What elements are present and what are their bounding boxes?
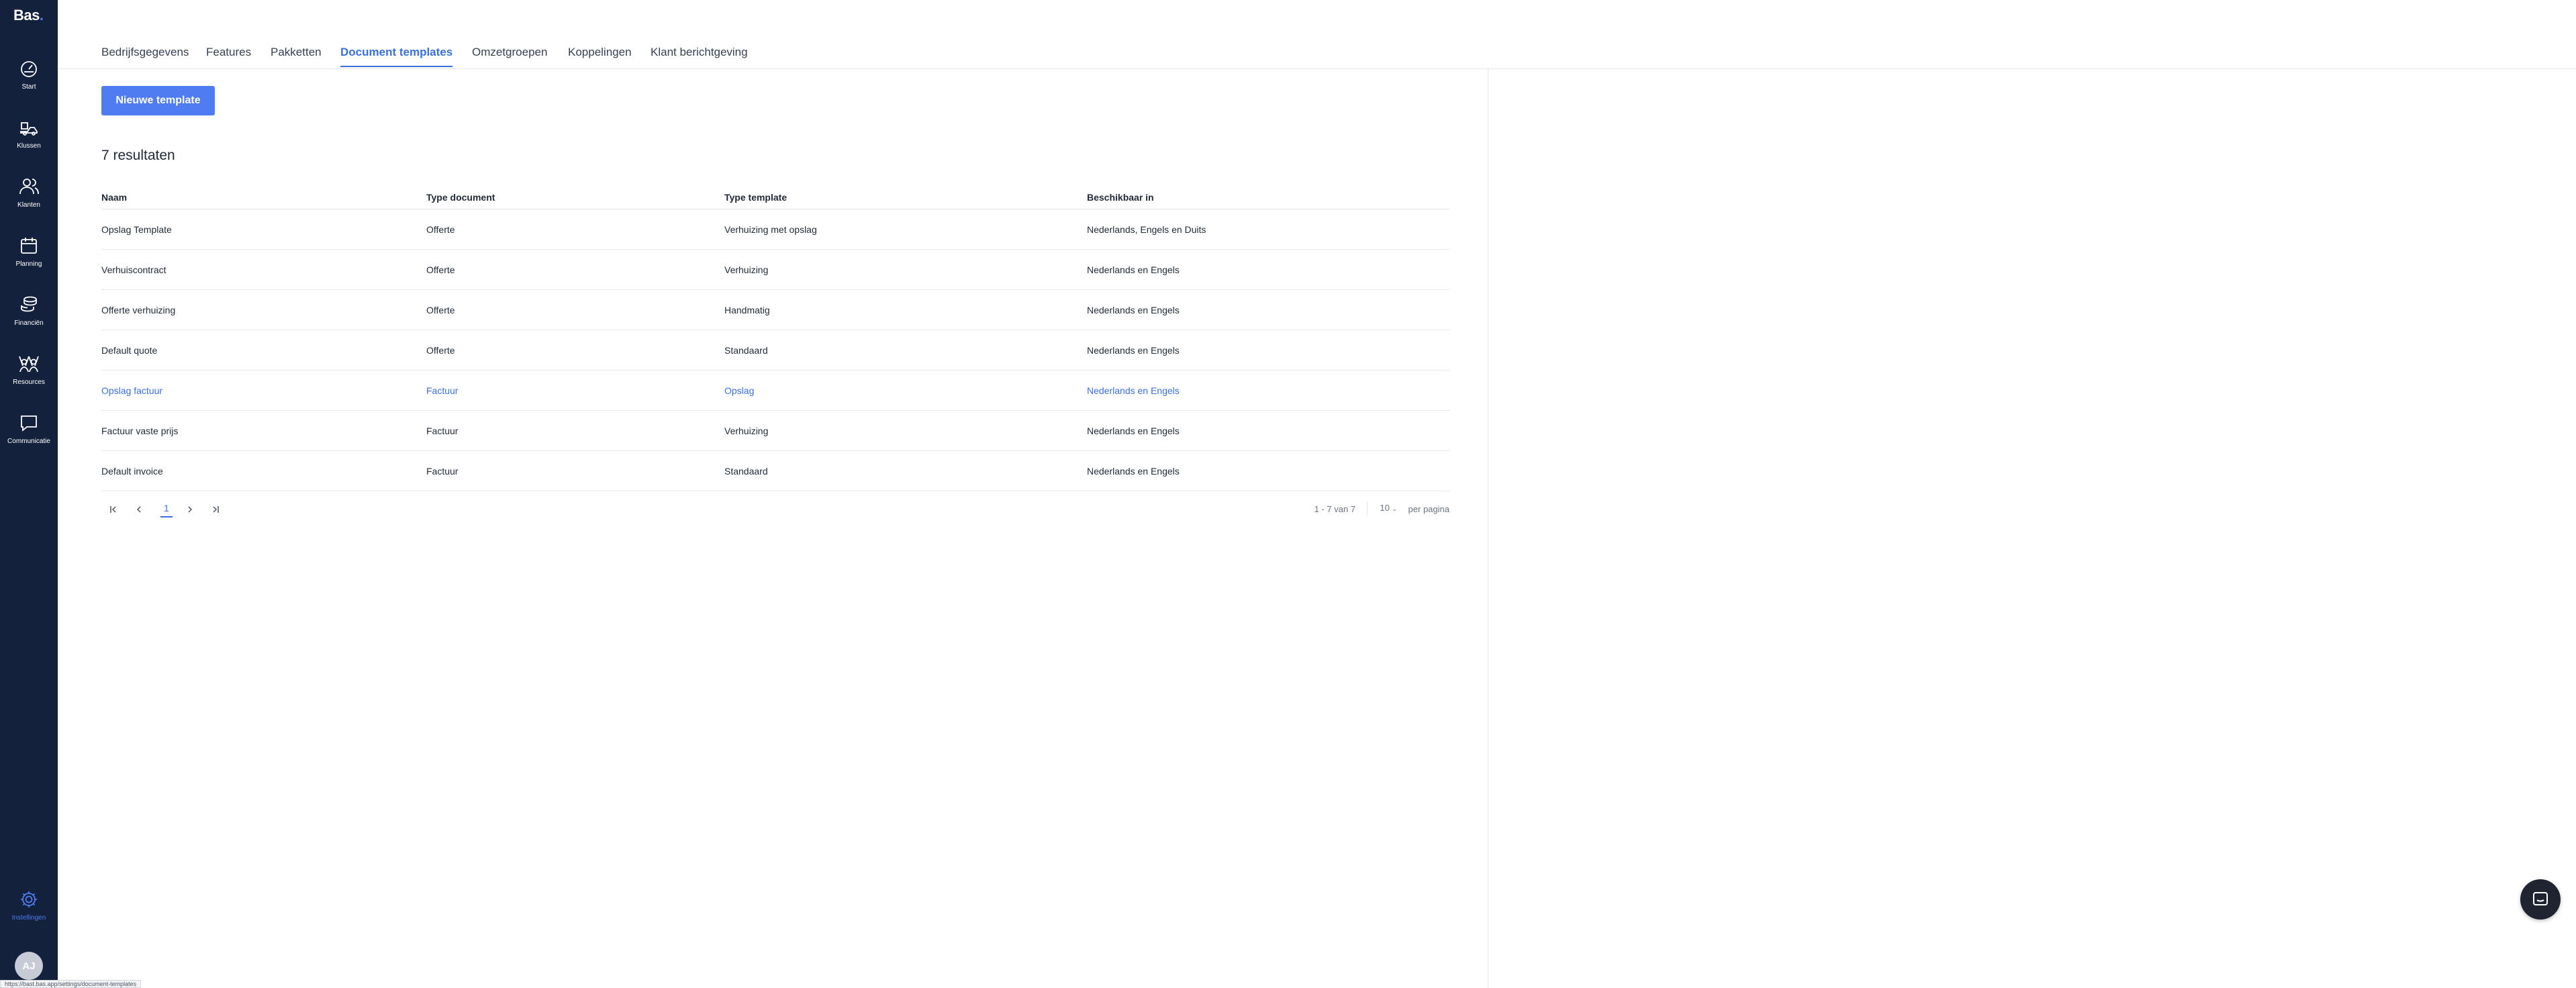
sidebar-item-instellingen[interactable]: Instellingen xyxy=(0,889,58,936)
table-header: Naam Type document Type template Beschik… xyxy=(101,185,1449,209)
cell-type-template: Handmatig xyxy=(724,305,770,315)
sidebar: Bas. Start Klussen Klanten Planning Fina… xyxy=(0,0,58,988)
coins-icon xyxy=(21,296,37,312)
cell-beschikbaar-in: Nederlands en Engels xyxy=(1087,305,1180,315)
column-header-type-template[interactable]: Type template xyxy=(724,192,787,203)
cell-type-template: Verhuizing xyxy=(724,264,769,275)
cell-type-document: Offerte xyxy=(426,305,455,315)
column-header-naam[interactable]: Naam xyxy=(101,192,127,203)
sidebar-item-klanten[interactable]: Klanten xyxy=(0,176,58,223)
table-row[interactable]: Factuur vaste prijs Factuur Verhuizing N… xyxy=(101,411,1449,451)
sidebar-item-klussen[interactable]: Klussen xyxy=(0,117,58,164)
column-header-beschikbaar-in[interactable]: Beschikbaar in xyxy=(1087,192,1154,203)
cell-beschikbaar-in: Nederlands en Engels xyxy=(1087,426,1180,436)
sidebar-item-resources[interactable]: Resources xyxy=(0,353,58,400)
gear-icon xyxy=(21,891,37,907)
sidebar-item-label: Financiën xyxy=(14,319,44,327)
cell-type-template: Verhuizing xyxy=(724,426,769,436)
cell-type-document: Factuur xyxy=(426,426,459,436)
pagination-separator xyxy=(1367,501,1368,516)
last-page-button[interactable] xyxy=(207,501,224,517)
sidebar-item-label: Instellingen xyxy=(11,914,46,922)
table-row[interactable]: Default quote Offerte Standaard Nederlan… xyxy=(101,330,1449,370)
cell-type-document: Factuur xyxy=(426,385,459,396)
tab-pakketten[interactable]: Pakketten xyxy=(271,46,322,66)
table-row-hovered[interactable]: Opslag factuur Factuur Opslag Nederlands… xyxy=(101,370,1449,411)
tab-klant-berichtgeving[interactable]: Klant berichtgeving xyxy=(651,46,748,66)
cell-type-document: Offerte xyxy=(426,224,455,235)
chevron-right-icon xyxy=(188,506,193,513)
gauge-icon xyxy=(21,61,37,77)
cell-naam: Opslag factuur xyxy=(101,385,163,396)
cell-beschikbaar-in: Nederlands en Engels xyxy=(1087,466,1180,477)
cell-naam: Factuur vaste prijs xyxy=(101,426,179,436)
chat-icon xyxy=(2533,892,2548,905)
new-template-button[interactable]: Nieuwe template xyxy=(101,86,215,115)
cell-type-template: Verhuizing met opslag xyxy=(724,224,817,235)
cell-type-document: Offerte xyxy=(426,345,455,356)
pagination-range: 1 - 7 van 7 xyxy=(1314,504,1355,514)
per-page-label: per pagina xyxy=(1408,504,1449,514)
avatar[interactable]: AJ xyxy=(15,952,43,980)
cell-naam: Opslag Template xyxy=(101,224,172,235)
per-page-select[interactable]: 10 ⌄ xyxy=(1380,503,1397,513)
users-icon xyxy=(19,179,39,195)
calendar-icon xyxy=(21,238,37,254)
cell-type-document: Factuur xyxy=(426,466,459,477)
moving-truck-icon xyxy=(20,122,38,136)
chevron-down-icon: ⌄ xyxy=(1392,505,1397,512)
page-number-current[interactable]: 1 xyxy=(160,503,173,517)
sidebar-item-label: Communicatie xyxy=(7,438,50,445)
cell-type-template: Opslag xyxy=(724,385,755,396)
cell-beschikbaar-in: Nederlands en Engels xyxy=(1087,385,1180,396)
cell-beschikbaar-in: Nederlands, Engels en Duits xyxy=(1087,224,1206,235)
result-count: 7 resultaten xyxy=(101,148,175,163)
settings-tabs: Bedrijfsgegevens Features Pakketten Docu… xyxy=(58,0,2576,69)
sidebar-item-financien[interactable]: Financiën xyxy=(0,294,58,341)
cell-naam: Offerte verhuizing xyxy=(101,305,176,315)
sidebar-item-communicatie[interactable]: Communicatie xyxy=(0,412,58,459)
table-row[interactable]: Opslag Template Offerte Verhuizing met o… xyxy=(101,209,1449,250)
chevron-left-icon xyxy=(136,506,141,513)
sidebar-item-label: Resources xyxy=(13,379,45,386)
last-page-icon xyxy=(213,506,219,513)
sidebar-item-label: Klussen xyxy=(17,142,41,150)
cell-beschikbaar-in: Nederlands en Engels xyxy=(1087,345,1180,356)
tab-document-templates[interactable]: Document templates xyxy=(340,46,453,67)
previous-page-button[interactable] xyxy=(131,501,147,517)
sidebar-item-label: Start xyxy=(21,83,36,91)
tab-features[interactable]: Features xyxy=(206,46,251,66)
pagination: 1 1 - 7 van 7 10 ⌄ per pagina xyxy=(101,500,1449,520)
column-header-type-document[interactable]: Type document xyxy=(426,192,495,203)
table-row[interactable]: Verhuiscontract Offerte Verhuizing Neder… xyxy=(101,250,1449,290)
cell-type-template: Standaard xyxy=(724,466,768,477)
tab-bedrijfsgegevens[interactable]: Bedrijfsgegevens xyxy=(101,46,189,66)
cell-type-document: Offerte xyxy=(426,264,455,275)
cell-naam: Default quote xyxy=(101,345,158,356)
cell-beschikbaar-in: Nederlands en Engels xyxy=(1087,264,1180,275)
app-logo[interactable]: Bas. xyxy=(13,7,44,24)
table-row[interactable]: Default invoice Factuur Standaard Nederl… xyxy=(101,451,1449,491)
per-page-value: 10 xyxy=(1380,503,1390,513)
table-row[interactable]: Offerte verhuizing Offerte Handmatig Ned… xyxy=(101,290,1449,330)
templates-table: Naam Type document Type template Beschik… xyxy=(101,185,1449,491)
sidebar-item-start[interactable]: Start xyxy=(0,58,58,105)
cell-type-template: Standaard xyxy=(724,345,768,356)
cell-naam: Verhuiscontract xyxy=(101,264,166,275)
tab-koppelingen[interactable]: Koppelingen xyxy=(568,46,632,66)
first-page-icon xyxy=(110,506,116,513)
sidebar-item-label: Klanten xyxy=(17,201,40,209)
tab-omzetgroepen[interactable]: Omzetgroepen xyxy=(472,46,547,66)
cell-naam: Default invoice xyxy=(101,466,163,477)
status-bar-url: https://bast.bas.app/settings/document-t… xyxy=(0,980,142,988)
first-page-button[interactable] xyxy=(105,501,122,517)
support-chat-button[interactable] xyxy=(2520,879,2561,920)
chat-bubble-icon xyxy=(21,415,37,432)
next-page-button[interactable] xyxy=(182,501,198,517)
sidebar-item-planning[interactable]: Planning xyxy=(0,235,58,282)
people-arms-up-icon xyxy=(19,356,39,373)
sidebar-item-label: Planning xyxy=(15,260,42,268)
